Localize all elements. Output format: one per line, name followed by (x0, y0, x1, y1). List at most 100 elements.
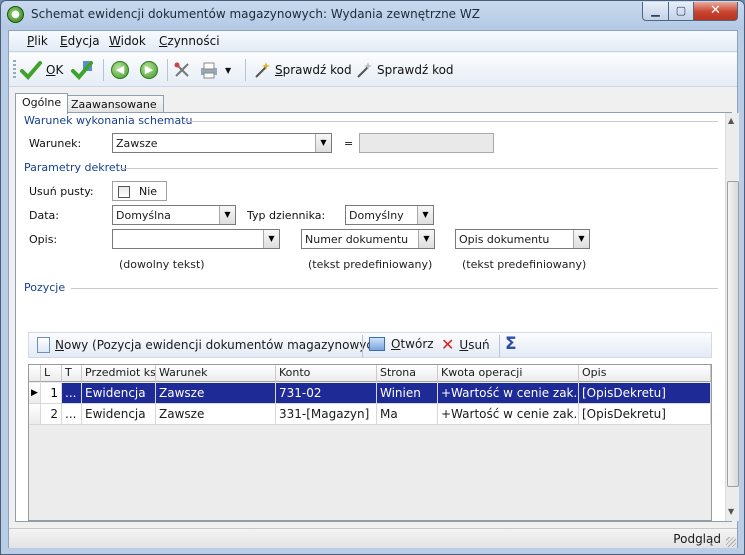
section-divider (120, 168, 718, 169)
grid-header-account[interactable]: Konto (276, 365, 377, 382)
condition-value: Zawsze (116, 137, 158, 150)
toolbar-grip[interactable] (13, 60, 16, 80)
new-document-icon (37, 337, 50, 353)
close-button[interactable]: ✕ (693, 2, 738, 21)
menu-edit[interactable]: Edycja (60, 34, 100, 48)
hint-predefined-2: (tekst predefiniowany) (462, 258, 587, 271)
checkmark-save-icon (71, 61, 93, 80)
cell-amount[interactable]: +Wartość w cenie zak... (438, 404, 579, 425)
delete-x-icon: ✕ (441, 335, 455, 354)
main-window: ● Schemat ewidencji dokumentów magazynow… (0, 0, 745, 555)
description-free-combo[interactable]: ▼ (112, 229, 280, 249)
section-title-items: Pozycje (24, 281, 66, 294)
back-button[interactable]: ◀ (111, 57, 129, 83)
remove-empty-label: Usuń pusty: (29, 185, 94, 198)
grid-header-t[interactable]: T (62, 365, 82, 382)
chevron-down-icon[interactable]: ▼ (263, 230, 279, 248)
ok-close-button[interactable] (71, 57, 95, 83)
cell-account[interactable]: 731-02 (276, 383, 377, 404)
scrollbar-thumb[interactable] (727, 181, 739, 487)
scroll-up-icon[interactable]: ▲ (728, 116, 734, 125)
print-button[interactable]: ▼ (199, 57, 231, 83)
items-toolbar: Nowy (Pozycja ewidencji dokumentów magaz… (28, 332, 712, 358)
cell-description[interactable]: [OpisDekretu] (579, 404, 711, 425)
grid-header-subject[interactable]: Przedmiot ks (82, 365, 156, 382)
cell-side[interactable]: Ma (377, 404, 438, 425)
app-logo-icon[interactable]: ● (7, 6, 24, 23)
toolbar-separator (245, 59, 246, 81)
magic-wand-icon (255, 62, 270, 78)
hint-free-text: (dowolny tekst) (119, 258, 205, 271)
cell-amount[interactable]: +Wartość w cenie zak... (438, 383, 579, 404)
date-label: Data: (29, 209, 59, 222)
menu-file[interactable]: Plik (27, 34, 48, 48)
chevron-down-icon[interactable]: ▼ (225, 66, 231, 75)
new-item-button[interactable]: Nowy (Pozycja ewidencji dokumentów magaz… (37, 337, 385, 353)
remove-empty-checkbox[interactable]: Nie (112, 181, 167, 201)
cell-t[interactable]: ... (62, 383, 82, 404)
date-value: Domyślna (116, 209, 171, 222)
check-code-button-2[interactable]: Sprawdź kod (355, 57, 454, 83)
toolbar-separator (362, 335, 363, 357)
sum-button[interactable]: Σ (505, 334, 517, 354)
tools-icon (174, 62, 189, 77)
chevron-down-icon[interactable]: ▼ (417, 206, 433, 224)
new-item-label: Nowy (Pozycja ewidencji dokumentów magaz… (55, 338, 386, 352)
forward-button[interactable]: ▶ (140, 57, 158, 83)
condition-combo[interactable]: Zawsze ▼ (112, 133, 332, 153)
menu-actions[interactable]: Czynności (159, 34, 220, 48)
open-item-button[interactable]: Otwórz (369, 337, 434, 351)
tab-advanced[interactable]: Zaawansowane (64, 95, 164, 113)
description-predefined-value-1: Numer dokumentu (305, 233, 409, 246)
cell-l[interactable]: 2 (41, 404, 62, 425)
grid-header-l[interactable]: L (41, 365, 62, 382)
table-row[interactable]: 2 ... Ewidencja Zawsze 331-[Magazyn] Ma … (29, 404, 711, 425)
description-predefined-combo-1[interactable]: Numer dokumentu ▼ (301, 229, 435, 249)
check-code-button-1[interactable]: Sprawdź kod (253, 57, 352, 83)
grid-header-amount[interactable]: Kwota operacji (438, 365, 579, 382)
cell-l[interactable]: 1 (41, 383, 62, 404)
resize-grip[interactable] (726, 537, 736, 547)
chevron-down-icon[interactable]: ▼ (418, 230, 434, 248)
journal-type-combo[interactable]: Domyślny ▼ (345, 205, 434, 225)
section-title-condition: Warunek wykonania schematu (24, 114, 193, 127)
description-label: Opis: (29, 233, 58, 246)
tab-general[interactable]: Ogólne (15, 93, 69, 114)
chevron-down-icon[interactable]: ▼ (219, 206, 235, 224)
cell-subject[interactable]: Ewidencja (82, 404, 156, 425)
cell-t[interactable]: ... (62, 404, 82, 425)
cell-account[interactable]: 331-[Magazyn] (276, 404, 377, 425)
section-title-decree: Parametry dekretu (24, 161, 127, 174)
arrow-left-icon: ◀ (111, 61, 129, 79)
ok-button[interactable]: OK (19, 57, 63, 83)
grid-header-description[interactable]: Opis (579, 365, 711, 382)
title-bar[interactable]: ● Schemat ewidencji dokumentów magazynow… (1, 1, 744, 29)
cell-condition[interactable]: Zawsze (156, 383, 276, 404)
menu-view[interactable]: Widok (109, 34, 146, 48)
tools-button[interactable] (173, 57, 191, 83)
section-divider (184, 121, 718, 122)
sigma-icon: Σ (505, 334, 517, 354)
grid-header-side[interactable]: Strona (377, 365, 438, 382)
vertical-scrollbar[interactable]: ▲ ▼ (725, 113, 739, 521)
cell-subject[interactable]: Ewidencja (82, 383, 156, 404)
edit-form-icon (369, 337, 385, 351)
checkbox-box[interactable] (118, 186, 130, 198)
open-item-label: Otwórz (391, 337, 434, 351)
chevron-down-icon[interactable]: ▼ (573, 230, 589, 248)
chevron-down-icon[interactable]: ▼ (315, 134, 331, 152)
delete-item-button[interactable]: ✕ Usuń (441, 335, 490, 354)
grid-header-condition[interactable]: Warunek (156, 365, 276, 382)
description-predefined-combo-2[interactable]: Opis dokumentu ▼ (455, 229, 590, 249)
menu-bar: Plik Edycja Widok Czynności (9, 31, 737, 52)
cell-description[interactable]: [OpisDekretu] (579, 383, 711, 404)
scroll-down-icon[interactable]: ▼ (728, 507, 734, 516)
minimize-button[interactable]: ▁ (642, 2, 669, 21)
cell-condition[interactable]: Zawsze (156, 404, 276, 425)
maximize-button[interactable]: ▢ (668, 2, 694, 21)
row-indicator (29, 404, 41, 425)
table-row[interactable]: ▶ 1 ... Ewidencja Zawsze 731-02 Winien +… (29, 383, 711, 404)
date-combo[interactable]: Domyślna ▼ (112, 205, 236, 225)
cell-side[interactable]: Winien (377, 383, 438, 404)
journal-type-label: Typ dziennika: (247, 209, 326, 222)
